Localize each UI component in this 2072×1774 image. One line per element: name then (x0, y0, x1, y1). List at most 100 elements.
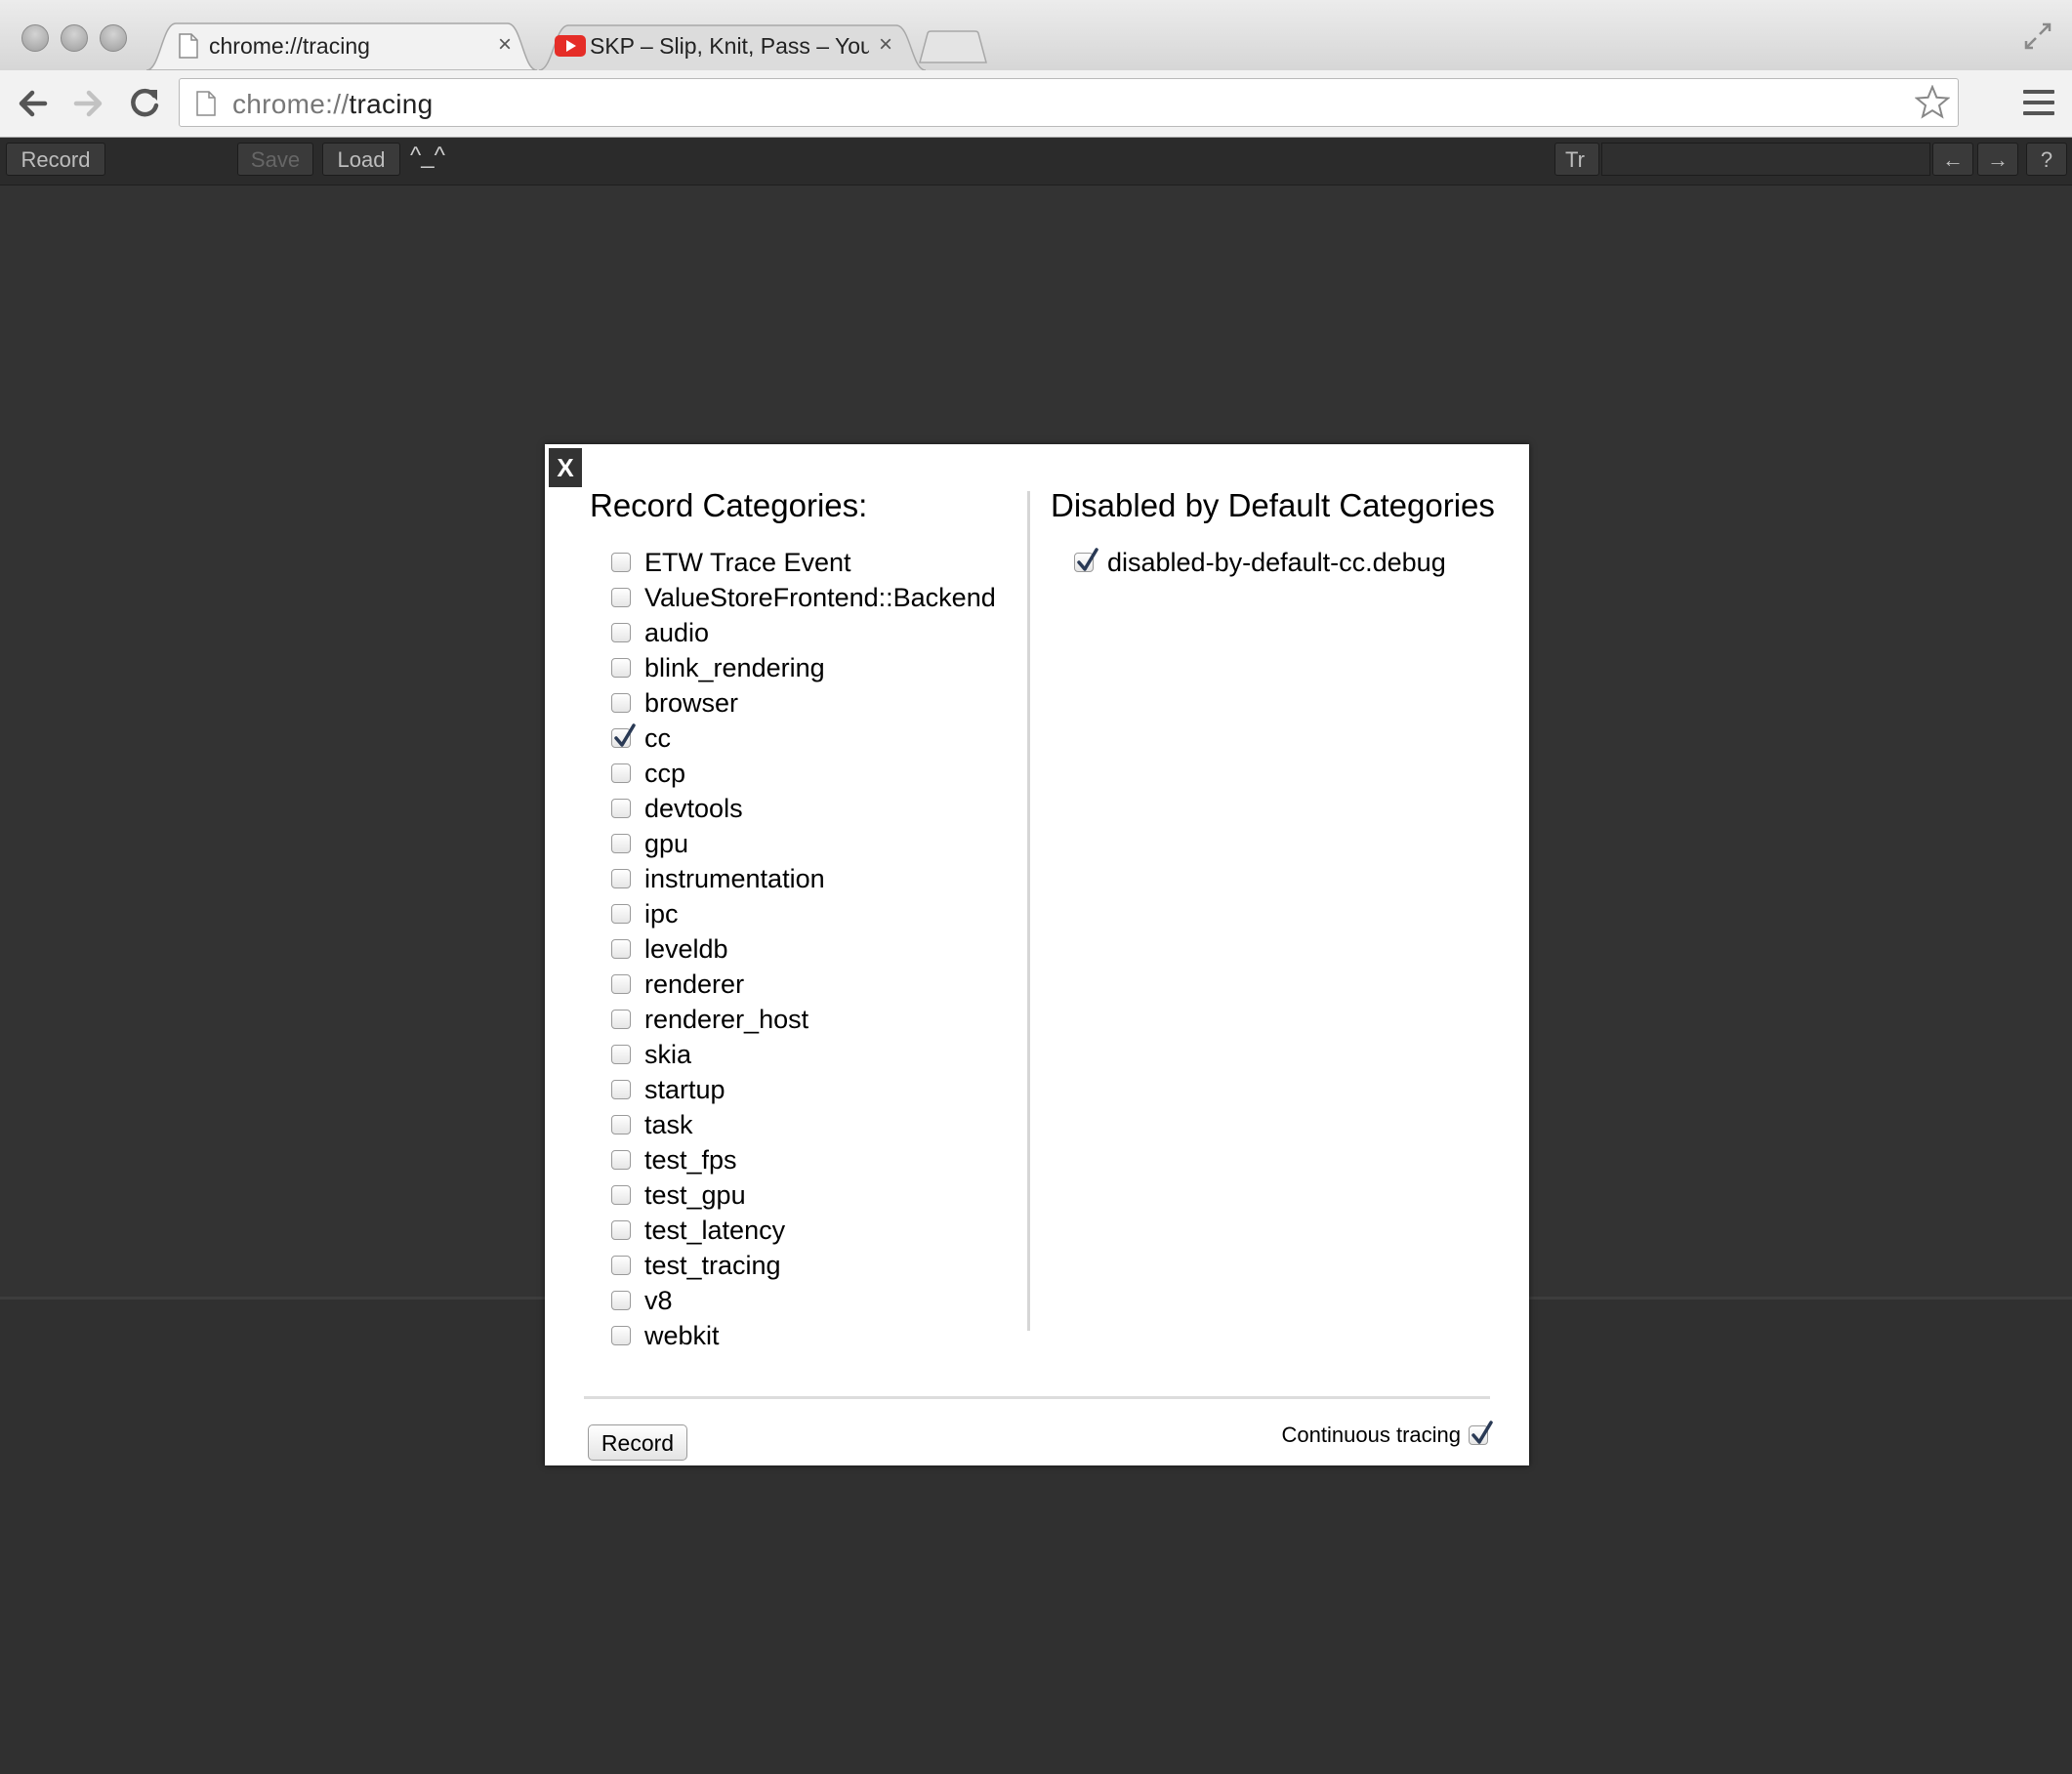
category-checkbox[interactable] (611, 723, 636, 748)
disabled-categories-title: Disabled by Default Categories (1051, 487, 1495, 523)
footer-divider (584, 1396, 1490, 1399)
disabled-category-list: disabled-by-default-cc.debug (1074, 545, 1446, 580)
category-item[interactable]: devtools (611, 791, 996, 826)
browser-toolbar: chrome://tracing (0, 70, 2072, 138)
category-checkbox[interactable] (611, 1220, 631, 1240)
category-label: ETW Trace Event (644, 547, 851, 577)
category-checkbox[interactable] (611, 1291, 631, 1310)
next-result-button[interactable]: → (1977, 143, 2018, 176)
category-item[interactable]: skia (611, 1037, 996, 1072)
fullscreen-icon[interactable] (2023, 21, 2052, 51)
category-checkbox[interactable] (611, 693, 631, 713)
category-checkbox[interactable] (611, 939, 631, 959)
category-item[interactable]: instrumentation (611, 861, 996, 896)
category-checkbox[interactable] (611, 834, 631, 853)
category-checkbox[interactable] (611, 588, 631, 607)
category-checkbox[interactable] (611, 1150, 631, 1170)
minimize-window-button[interactable] (61, 24, 88, 52)
category-checkbox[interactable] (611, 1010, 631, 1029)
category-label: ccp (644, 758, 686, 788)
category-label: startup (644, 1074, 725, 1104)
category-checkbox[interactable] (611, 904, 631, 924)
category-label: test_fps (644, 1144, 737, 1175)
category-label: renderer_host (644, 1004, 809, 1034)
bookmark-star-icon[interactable] (1915, 85, 1950, 120)
category-checkbox[interactable] (611, 869, 631, 888)
category-item[interactable]: blink_rendering (611, 650, 996, 685)
category-checkbox[interactable] (611, 799, 631, 818)
tab-close-icon[interactable]: × (879, 31, 892, 59)
record-categories-dialog: X Record Categories: Disabled by Default… (545, 444, 1529, 1465)
category-label: ipc (644, 898, 679, 928)
continuous-tracing-checkbox[interactable] (1469, 1421, 1493, 1445)
category-item[interactable]: startup (611, 1072, 996, 1107)
category-label: devtools (644, 793, 743, 823)
category-checkbox[interactable] (611, 763, 631, 783)
dialog-record-button[interactable]: Record (588, 1424, 687, 1461)
category-item[interactable]: ETW Trace Event (611, 545, 996, 580)
close-window-button[interactable] (21, 24, 49, 52)
tab-close-icon[interactable]: × (498, 31, 512, 59)
category-checkbox[interactable] (611, 1326, 631, 1345)
category-label: leveldb (644, 933, 728, 964)
category-checkbox[interactable] (611, 1185, 631, 1205)
category-item[interactable]: test_fps (611, 1142, 996, 1177)
category-checkbox[interactable] (611, 623, 631, 642)
category-item[interactable]: task (611, 1107, 996, 1142)
chrome-menu-icon[interactable] (2023, 90, 2054, 122)
continuous-tracing: Continuous tracing (1282, 1421, 1493, 1448)
search-prefix: Tr (1554, 143, 1599, 176)
category-item[interactable]: browser (611, 685, 996, 721)
category-label: skia (644, 1039, 692, 1069)
category-label: audio (644, 617, 710, 647)
record-button[interactable]: Record (6, 143, 105, 176)
category-checkbox[interactable] (611, 553, 631, 572)
load-button[interactable]: Load (322, 143, 400, 176)
close-dialog-button[interactable]: X (549, 448, 582, 487)
reload-icon[interactable] (125, 84, 164, 123)
category-item[interactable]: renderer (611, 967, 996, 1002)
category-label: renderer (644, 969, 745, 999)
category-item[interactable]: test_latency (611, 1213, 996, 1248)
category-label: webkit (644, 1320, 720, 1350)
disabled-category-item[interactable]: disabled-by-default-cc.debug (1074, 545, 1446, 580)
category-item[interactable]: test_tracing (611, 1248, 996, 1283)
tab-tracing[interactable]: chrome://tracing × (146, 21, 537, 70)
new-tab-button[interactable] (918, 29, 988, 64)
forward-icon[interactable] (68, 84, 107, 123)
category-checkbox[interactable] (611, 1045, 631, 1064)
page-icon (179, 33, 198, 59)
category-item[interactable]: v8 (611, 1283, 996, 1318)
tab-title: chrome://tracing (209, 33, 370, 59)
category-item[interactable]: cc (611, 721, 996, 756)
category-item[interactable]: webkit (611, 1318, 996, 1353)
category-label: test_latency (644, 1215, 786, 1245)
category-checkbox[interactable] (611, 1080, 631, 1099)
category-item[interactable]: ipc (611, 896, 996, 931)
save-button[interactable]: Save (237, 143, 313, 176)
category-checkbox[interactable] (611, 1256, 631, 1275)
category-checkbox[interactable] (1074, 548, 1098, 572)
category-item[interactable]: ValueStoreFrontend::Backend (611, 580, 996, 615)
zoom-window-button[interactable] (100, 24, 127, 52)
category-label: browser (644, 687, 739, 718)
search-input[interactable] (1601, 143, 1930, 176)
category-item[interactable]: ccp (611, 756, 996, 791)
checkmark-icon (614, 723, 636, 747)
category-item[interactable]: leveldb (611, 931, 996, 967)
back-icon[interactable] (14, 84, 53, 123)
category-label: test_tracing (644, 1250, 781, 1280)
address-bar[interactable]: chrome://tracing (179, 78, 1959, 127)
url-scheme: chrome:// (232, 89, 350, 119)
category-item[interactable]: renderer_host (611, 1002, 996, 1037)
category-checkbox[interactable] (611, 658, 631, 678)
category-checkbox[interactable] (611, 1115, 631, 1135)
tracing-toolbar: Record Save Load ^_^ Tr ← → ? (0, 138, 2072, 186)
category-item[interactable]: audio (611, 615, 996, 650)
category-item[interactable]: gpu (611, 826, 996, 861)
tab-youtube[interactable]: SKP – Slip, Knit, Pass – You × (539, 21, 926, 70)
category-item[interactable]: test_gpu (611, 1177, 996, 1213)
category-checkbox[interactable] (611, 974, 631, 994)
prev-result-button[interactable]: ← (1932, 143, 1973, 176)
help-button[interactable]: ? (2026, 143, 2067, 176)
